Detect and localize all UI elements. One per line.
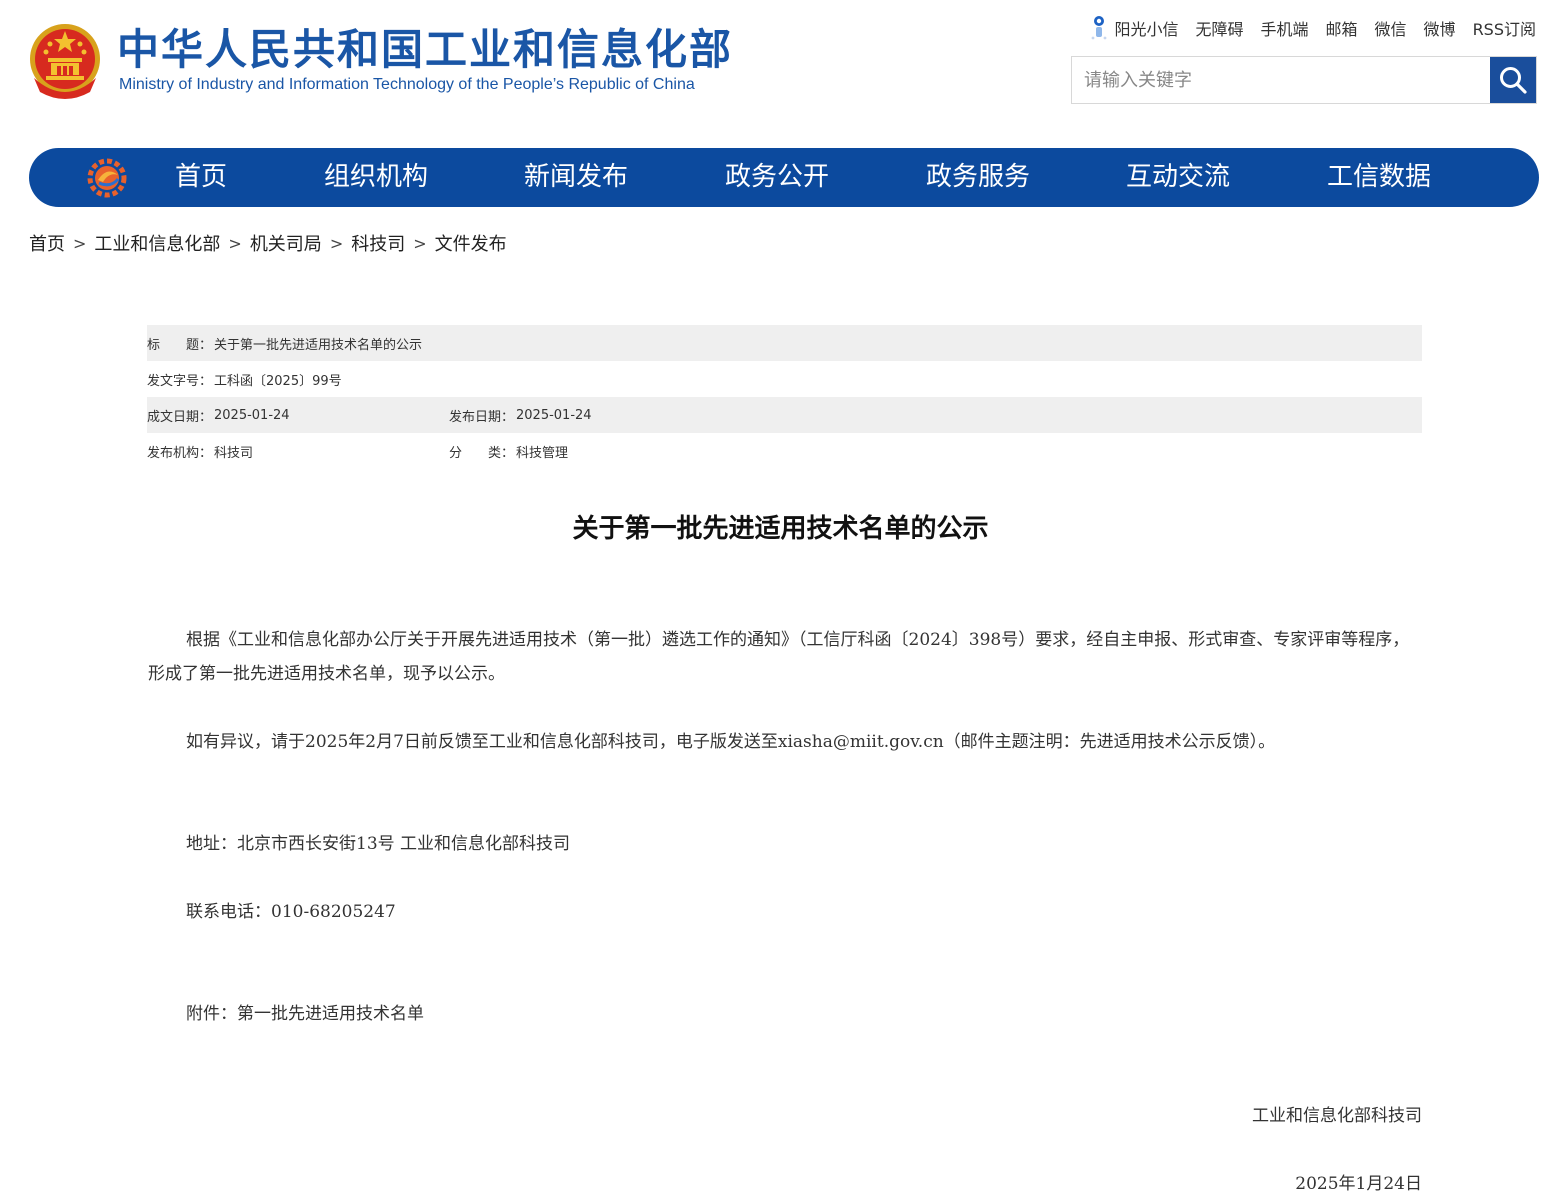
meta-document-number: 发文字号： 工科函〔2025〕99号	[147, 370, 342, 389]
top-links: 阳光小信 无障碍 手机端 邮箱 微信 微博 RSS订阅	[1088, 15, 1536, 41]
top-link-rss[interactable]: RSS订阅	[1473, 16, 1536, 40]
site-subtitle: Ministry of Industry and Information Tec…	[119, 76, 695, 93]
nav-item-organization[interactable]: 组织机构	[324, 148, 428, 207]
breadcrumb-science-dept[interactable]: 科技司	[351, 230, 405, 256]
breadcrumb-miit[interactable]: 工业和信息化部	[94, 230, 220, 256]
breadcrumb-departments[interactable]: 机关司局	[250, 230, 322, 256]
meta-title: 标 题： 关于第一批先进适用技术名单的公示	[147, 334, 422, 353]
article-title: 关于第一批先进适用技术名单的公示	[572, 514, 989, 544]
top-link-mobile[interactable]: 手机端	[1261, 16, 1309, 40]
meta-value: 科技管理	[516, 445, 569, 461]
search-icon	[1500, 67, 1527, 94]
meta-row-dates: 成文日期： 2025-01-24 发布日期： 2025-01-24	[147, 397, 1422, 433]
breadcrumb-separator: >	[228, 233, 242, 253]
article-signature: 工业和信息化部科技司	[1252, 1106, 1422, 1126]
national-emblem-logo[interactable]	[28, 22, 102, 100]
meta-row-title: 标 题： 关于第一批先进适用技术名单的公示	[147, 325, 1422, 361]
meta-row-org: 发布机构： 科技司 分 类： 科技管理	[147, 433, 1422, 469]
main-nav: 首页 组织机构 新闻发布 政务公开 政务服务 互动交流 工信数据	[29, 148, 1539, 207]
breadcrumb: 首页 > 工业和信息化部 > 机关司局 > 科技司 > 文件发布	[29, 230, 507, 256]
meta-row-docno: 发文字号： 工科函〔2025〕99号	[147, 361, 1422, 397]
meta-value: 科技司	[214, 445, 254, 461]
meta-value: 2025-01-24	[214, 407, 290, 423]
nav-item-interaction[interactable]: 互动交流	[1126, 148, 1230, 207]
meta-label: 分 类：	[449, 445, 515, 461]
meta-label: 发文字号：	[147, 373, 213, 389]
article-attachment-link[interactable]: 附件：第一批先进适用技术名单	[148, 997, 1422, 1031]
meta-value: 关于第一批先进适用技术名单的公示	[214, 337, 423, 353]
meta-label: 成文日期：	[147, 409, 213, 425]
search-button[interactable]	[1490, 57, 1536, 103]
meta-label: 标 题：	[147, 337, 213, 353]
top-link-accessibility[interactable]: 无障碍	[1195, 16, 1243, 40]
mascot-icon	[1092, 16, 1107, 40]
meta-category: 分 类： 科技管理	[449, 442, 568, 461]
meta-label: 发布机构：	[147, 445, 213, 461]
meta-label: 发布日期：	[449, 409, 515, 425]
top-link-mail[interactable]: 邮箱	[1326, 16, 1358, 40]
meta-value: 2025-01-24	[516, 407, 592, 423]
article-paragraph-1: 根据《工业和信息化部办公厅关于开展先进适用技术（第一批）遴选工作的通知》（工信厅…	[148, 630, 1410, 684]
top-link-label: 阳光小信	[1114, 20, 1179, 39]
article-date: 2025年1月24日	[1295, 1174, 1422, 1194]
meta-published-date: 发布日期： 2025-01-24	[449, 406, 592, 425]
breadcrumb-home[interactable]: 首页	[29, 230, 65, 256]
top-link-weibo[interactable]: 微博	[1424, 16, 1456, 40]
nav-item-data[interactable]: 工信数据	[1327, 148, 1431, 207]
breadcrumb-separator: >	[73, 233, 87, 253]
nav-item-news[interactable]: 新闻发布	[524, 148, 628, 207]
article-paragraph-2: 如有异议，请于2025年2月7日前反馈至工业和信息化部科技司，电子版发送至xia…	[186, 732, 1276, 752]
article-address: 地址：北京市西长安街13号 工业和信息化部科技司	[186, 834, 571, 854]
document-meta-table: 标 题： 关于第一批先进适用技术名单的公示 发文字号： 工科函〔2025〕99号…	[147, 325, 1422, 469]
meta-organization: 发布机构： 科技司	[147, 442, 449, 461]
meta-written-date: 成文日期： 2025-01-24	[147, 406, 449, 425]
search-input[interactable]	[1072, 57, 1490, 103]
nav-item-government-affairs[interactable]: 政务公开	[725, 148, 829, 207]
site-title: 中华人民共和国工业和信息化部	[117, 25, 734, 74]
article-phone: 联系电话：010-68205247	[186, 902, 396, 922]
top-link-wechat[interactable]: 微信	[1375, 16, 1407, 40]
meta-value: 工科函〔2025〕99号	[214, 373, 342, 389]
nav-item-home[interactable]: 首页	[175, 148, 227, 207]
breadcrumb-separator: >	[329, 233, 344, 253]
breadcrumb-separator: >	[413, 233, 427, 253]
nav-item-services[interactable]: 政务服务	[926, 148, 1030, 207]
search-box	[1071, 56, 1537, 104]
miit-gear-icon	[87, 158, 127, 198]
breadcrumb-documents[interactable]: 文件发布	[435, 230, 507, 256]
top-link-sunshine[interactable]: 阳光小信	[1088, 14, 1178, 42]
